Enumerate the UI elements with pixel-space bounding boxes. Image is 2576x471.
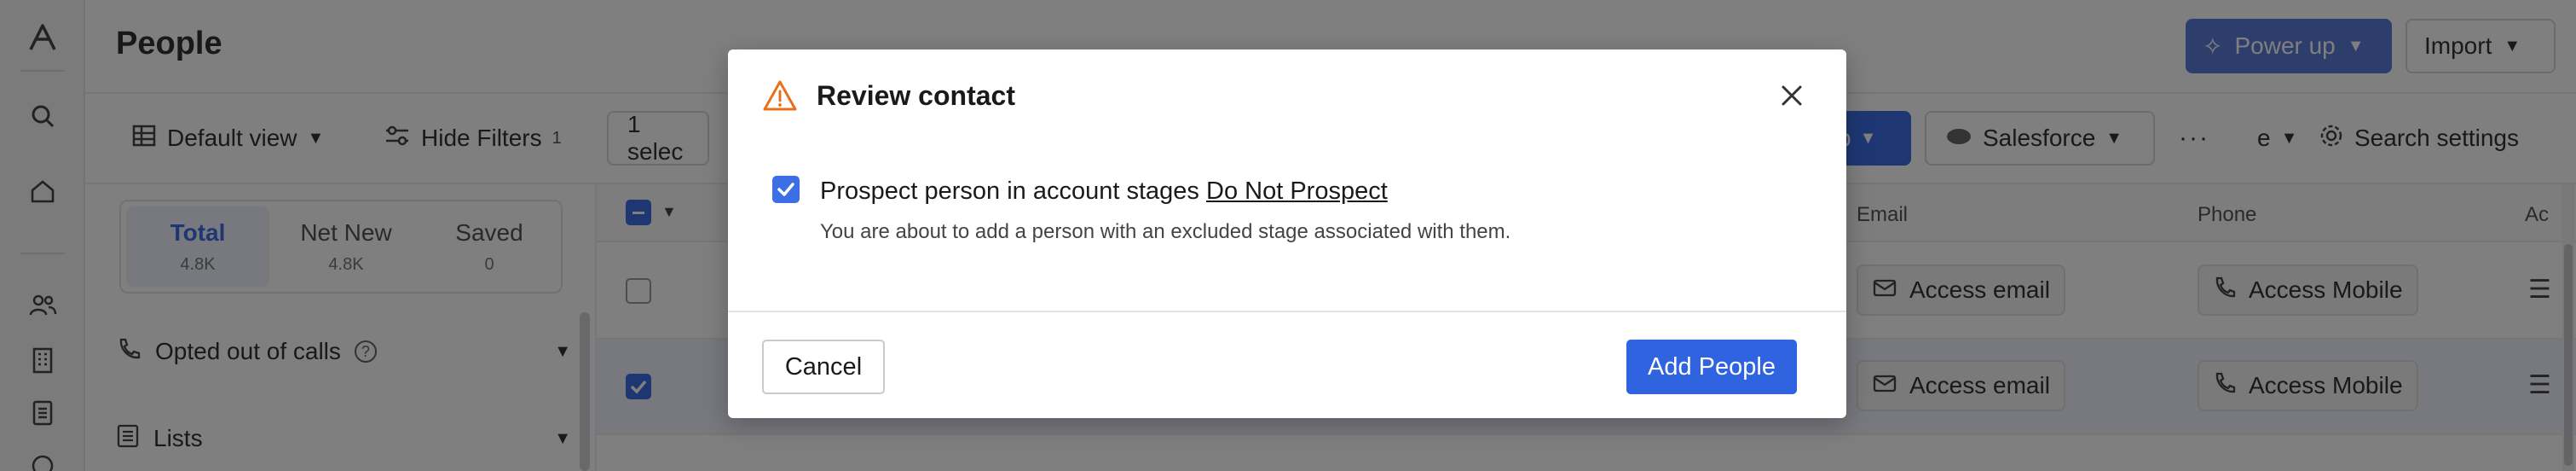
close-icon[interactable] — [1776, 80, 1807, 111]
warning-icon — [762, 78, 798, 113]
stage-link[interactable]: Do Not Prospect — [1206, 177, 1388, 205]
dialog-header: Review contact — [728, 49, 1846, 143]
cancel-button[interactable]: Cancel — [762, 340, 885, 394]
add-people-button[interactable]: Add People — [1626, 340, 1797, 394]
checkbox-label-text: Prospect person in account stages — [820, 177, 1199, 205]
dialog-title: Review contact — [817, 80, 1015, 111]
dialog-body: Prospect person in account stages Do Not… — [728, 143, 1846, 362]
review-contact-dialog: Review contact Prospect person in accoun… — [728, 49, 1846, 418]
prospect-checkbox-label: Prospect person in account stages Do Not… — [820, 177, 1388, 206]
dialog-description: You are about to add a person with an ex… — [820, 220, 1511, 243]
prospect-checkbox[interactable] — [772, 176, 800, 203]
dialog-divider — [728, 311, 1846, 312]
